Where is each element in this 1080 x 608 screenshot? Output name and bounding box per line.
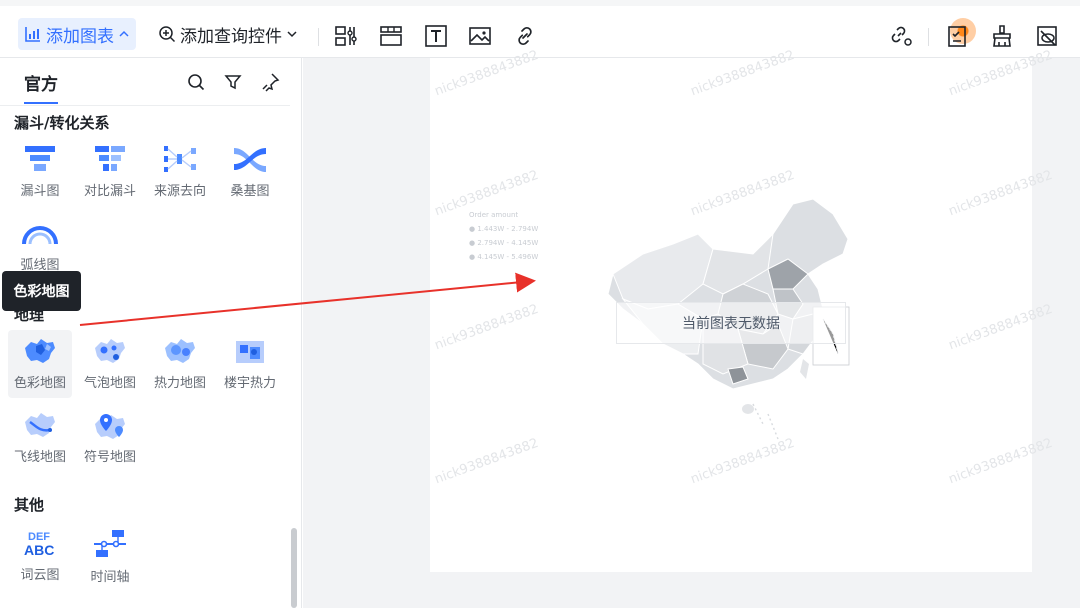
dashboard-canvas[interactable]: nick9388843882 nick9388843882 nick938884… bbox=[303, 48, 1080, 608]
chart-item-label: 桑基图 bbox=[230, 184, 270, 199]
chart-item-arc[interactable]: 弧线图 bbox=[8, 212, 72, 280]
legend-item: ● 2.794W - 4.145W bbox=[469, 239, 539, 247]
source-destination-icon bbox=[164, 146, 196, 172]
chart-item-building-heat[interactable]: 楼宇热力 bbox=[218, 330, 282, 398]
chart-item-label: 符号地图 bbox=[83, 450, 136, 465]
watermark: nick9388843882 bbox=[946, 167, 1055, 220]
add-chart-button[interactable]: 添加图表 bbox=[18, 18, 136, 50]
link-icon[interactable] bbox=[513, 24, 537, 48]
add-chart-label: 添加图表 bbox=[46, 26, 114, 47]
tab-container-icon[interactable] bbox=[379, 24, 403, 48]
panel-scrollbar[interactable] bbox=[291, 528, 297, 608]
chart-item-word-cloud[interactable]: DEF ABC 词云图 bbox=[8, 522, 72, 590]
chart-item-bubble-map[interactable]: 气泡地图 bbox=[78, 330, 142, 398]
chart-item-label: 楼宇热力 bbox=[223, 376, 276, 391]
compare-funnel-icon bbox=[95, 146, 125, 171]
arc-chart-icon bbox=[22, 226, 58, 245]
funnel-chart-icon bbox=[25, 146, 55, 171]
search-plus-icon bbox=[159, 26, 176, 43]
clean-brush-icon[interactable] bbox=[990, 24, 1014, 48]
no-data-message: 当前图表无数据 bbox=[616, 302, 846, 344]
chart-item-sankey[interactable]: 桑基图 bbox=[218, 138, 282, 206]
chart-item-label: 飞线地图 bbox=[13, 450, 66, 465]
add-query-control-button[interactable]: 添加查询控件 bbox=[152, 18, 304, 50]
heat-map-icon bbox=[165, 339, 195, 363]
chart-item-label: 来源去向 bbox=[153, 184, 206, 199]
watermark: nick9388843882 bbox=[946, 435, 1055, 488]
toolbar-divider bbox=[318, 28, 319, 46]
chart-tooltip: 色彩地图 bbox=[2, 271, 81, 311]
chart-library-panel: 官方 漏斗/转化关系 漏斗图 对比漏斗 来源去向 桑基图 弧线图 地理 色彩地图… bbox=[0, 58, 302, 608]
symbol-map-icon bbox=[95, 414, 125, 439]
chart-item-label: 时间轴 bbox=[90, 570, 130, 585]
chart-item-funnel[interactable]: 漏斗图 bbox=[8, 138, 72, 206]
map-legend: Order amount ● 1.443W - 2.794W ● 2.794W … bbox=[469, 208, 538, 264]
chart-item-color-map[interactable]: 色彩地图 bbox=[8, 330, 72, 398]
active-tab-indicator bbox=[24, 102, 58, 104]
chart-item-label: 热力地图 bbox=[153, 376, 206, 391]
building-heat-icon bbox=[236, 341, 264, 363]
chart-item-label: 色彩地图 bbox=[13, 376, 66, 391]
search-icon[interactable] bbox=[186, 72, 206, 92]
chevron-down-icon bbox=[287, 31, 297, 38]
svg-text:ABC: ABC bbox=[24, 542, 54, 558]
section-title-other: 其他 bbox=[14, 496, 45, 514]
legend-title: Order amount bbox=[469, 211, 519, 219]
add-query-label: 添加查询控件 bbox=[180, 26, 282, 47]
section-title-funnel: 漏斗/转化关系 bbox=[14, 114, 110, 132]
watermark: nick9388843882 bbox=[432, 435, 541, 488]
chevron-up-icon bbox=[119, 30, 129, 37]
layout-filter-icon[interactable] bbox=[334, 24, 358, 48]
panel-header: 官方 bbox=[0, 58, 290, 106]
pin-icon[interactable] bbox=[260, 72, 280, 92]
chart-item-label: 词云图 bbox=[20, 568, 60, 583]
watermark: nick9388843882 bbox=[946, 301, 1055, 354]
legend-item: ● 1.443W - 2.794W bbox=[469, 225, 539, 233]
text-box-icon[interactable] bbox=[424, 24, 448, 48]
chart-item-compare-funnel[interactable]: 对比漏斗 bbox=[78, 138, 142, 206]
timeline-icon bbox=[94, 530, 126, 557]
preview-hide-icon[interactable] bbox=[1035, 24, 1059, 48]
chart-item-symbol-map[interactable]: 符号地图 bbox=[78, 404, 142, 472]
tab-official[interactable]: 官方 bbox=[24, 70, 58, 95]
chart-item-label: 漏斗图 bbox=[20, 184, 60, 199]
chart-item-heat-map[interactable]: 热力地图 bbox=[148, 330, 212, 398]
image-icon[interactable] bbox=[468, 24, 492, 48]
checklist-icon[interactable] bbox=[945, 24, 969, 48]
toolbar-divider bbox=[928, 28, 929, 46]
chart-item-timeline[interactable]: 时间轴 bbox=[78, 522, 142, 590]
filter-icon[interactable] bbox=[223, 72, 243, 92]
bubble-map-icon bbox=[95, 339, 125, 363]
flight-line-map-icon bbox=[25, 413, 55, 437]
top-toolbar: 添加图表 添加查询控件 bbox=[0, 0, 1080, 58]
chart-item-source-destination[interactable]: 来源去向 bbox=[148, 138, 212, 206]
chart-item-label: 对比漏斗 bbox=[83, 184, 136, 199]
bar-chart-icon bbox=[25, 27, 40, 42]
sankey-icon bbox=[234, 148, 266, 172]
word-cloud-icon: DEF ABC bbox=[24, 531, 54, 558]
legend-item: ● 4.145W - 5.496W bbox=[469, 253, 539, 261]
chart-item-label: 气泡地图 bbox=[83, 376, 136, 391]
color-map-icon bbox=[25, 339, 55, 363]
link-settings-icon[interactable] bbox=[890, 24, 914, 48]
watermark: nick9388843882 bbox=[432, 301, 541, 354]
chart-item-flight-line-map[interactable]: 飞线地图 bbox=[8, 404, 72, 472]
